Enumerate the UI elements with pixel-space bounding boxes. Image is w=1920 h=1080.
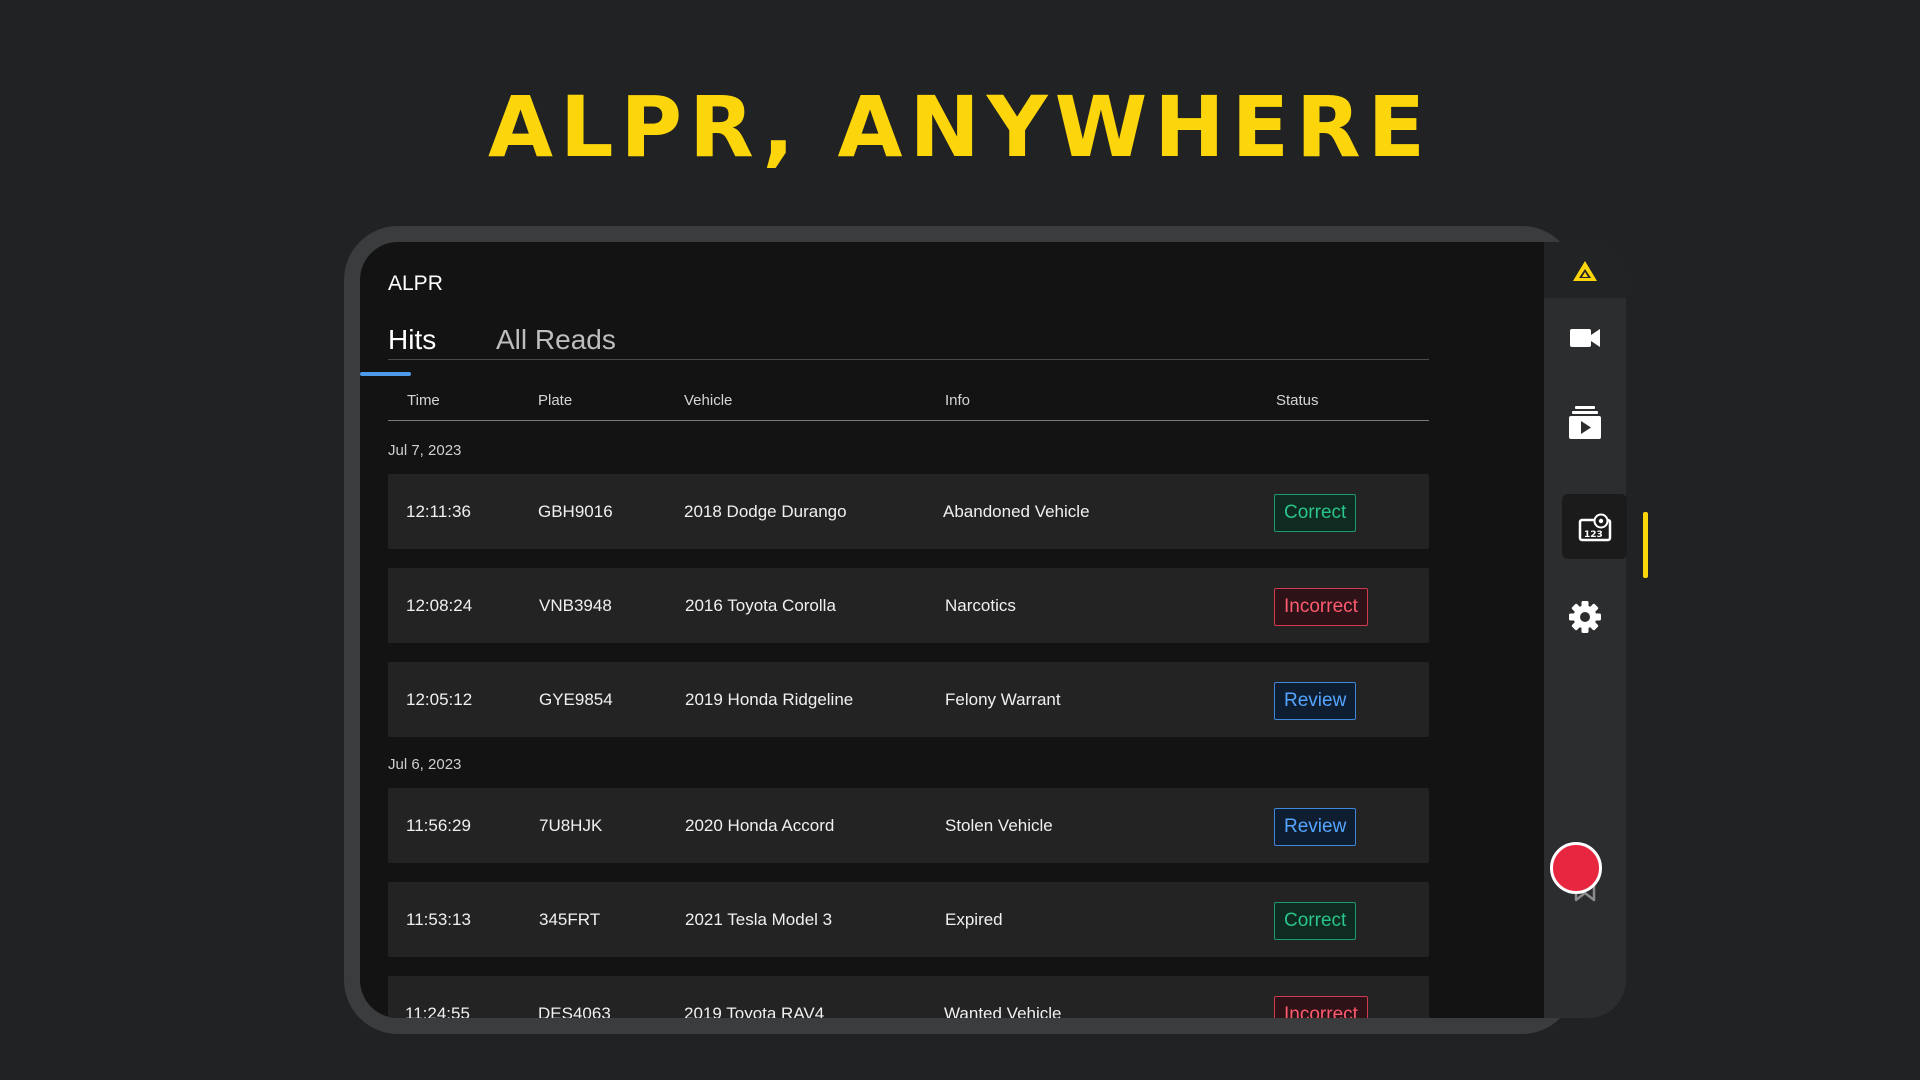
- headline: ALPR, ANYWHERE: [487, 78, 1433, 176]
- status-badge[interactable]: Review: [1274, 808, 1357, 846]
- status-badge[interactable]: Correct: [1274, 902, 1357, 940]
- tablet-frame: ALPR Hits All Reads Time Plate Vehicle I…: [344, 226, 1648, 1034]
- logo-icon: [1562, 248, 1608, 294]
- plate-reader-icon[interactable]: 123: [1562, 494, 1627, 559]
- video-camera-icon[interactable]: [1562, 315, 1608, 361]
- column-header-status: Status: [1276, 392, 1319, 409]
- column-header-plate: Plate: [538, 392, 573, 409]
- date-group-label: Jul 6, 2023: [388, 756, 462, 773]
- video-library-icon[interactable]: [1562, 400, 1608, 446]
- tab-hits[interactable]: Hits: [388, 324, 436, 360]
- active-tab-indicator: [360, 372, 411, 376]
- side-rail: 123: [1544, 242, 1648, 1018]
- row-vehicle: 2016 Toyota Corolla: [685, 596, 836, 615]
- row-plate: DES4063: [538, 1004, 611, 1018]
- table-row[interactable]: 12:11:36 GBH9016 2018 Dodge Durango Aban…: [388, 474, 1429, 549]
- app-title: ALPR: [388, 272, 443, 295]
- table-row[interactable]: 12:05:12 GYE9854 2019 Honda Ridgeline Fe…: [388, 662, 1429, 737]
- table-header: Time Plate Vehicle Info Status: [388, 378, 1429, 421]
- tab-all-reads[interactable]: All Reads: [496, 324, 616, 360]
- app-screen: ALPR Hits All Reads Time Plate Vehicle I…: [360, 242, 1560, 1018]
- row-info: Expired: [945, 910, 1003, 929]
- table-row[interactable]: 12:08:24 VNB3948 2016 Toyota Corolla Nar…: [388, 568, 1429, 643]
- table-row[interactable]: 11:53:13 345FRT 2021 Tesla Model 3 Expir…: [388, 882, 1429, 957]
- status-badge[interactable]: Correct: [1274, 494, 1357, 532]
- record-button[interactable]: [1550, 842, 1602, 894]
- row-time: 11:56:29: [406, 816, 471, 835]
- row-time: 11:53:13: [406, 910, 471, 929]
- row-time: 12:11:36: [406, 502, 471, 521]
- table-row[interactable]: 11:24:55 DES4063 2019 Toyota RAV4 Wanted…: [388, 976, 1429, 1018]
- row-time: 12:05:12: [406, 690, 473, 709]
- row-info: Narcotics: [945, 596, 1016, 615]
- gear-icon[interactable]: [1562, 594, 1608, 640]
- date-group-label: Jul 7, 2023: [388, 442, 462, 459]
- row-vehicle: 2018 Dodge Durango: [684, 502, 847, 521]
- row-plate: VNB3948: [539, 596, 612, 615]
- row-plate: GYE9854: [539, 690, 613, 709]
- row-info: Abandoned Vehicle: [943, 502, 1090, 521]
- row-vehicle: 2019 Honda Ridgeline: [685, 690, 854, 709]
- row-time: 12:08:24: [406, 596, 473, 615]
- row-info: Stolen Vehicle: [945, 816, 1053, 835]
- row-vehicle: 2020 Honda Accord: [685, 816, 835, 835]
- row-plate: 7U8HJK: [539, 816, 603, 835]
- column-header-time: Time: [407, 392, 440, 409]
- row-vehicle: 2019 Toyota RAV4: [684, 1004, 825, 1018]
- row-info: Felony Warrant: [945, 690, 1061, 709]
- row-plate: GBH9016: [538, 502, 613, 521]
- status-badge[interactable]: Incorrect: [1274, 996, 1368, 1018]
- svg-text:123: 123: [1584, 530, 1603, 540]
- row-info: Wanted Vehicle: [944, 1004, 1062, 1018]
- row-vehicle: 2021 Tesla Model 3: [685, 910, 833, 929]
- status-badge[interactable]: Review: [1274, 682, 1357, 720]
- rail-header: [1544, 242, 1626, 298]
- status-badge[interactable]: Incorrect: [1274, 588, 1368, 626]
- row-time: 11:24:55: [405, 1004, 470, 1018]
- active-rail-indicator: [1643, 512, 1648, 578]
- tab-bar: Hits All Reads: [388, 324, 1429, 360]
- row-plate: 345FRT: [539, 910, 601, 929]
- table-row[interactable]: 11:56:29 7U8HJK 2020 Honda Accord Stolen…: [388, 788, 1429, 863]
- column-header-vehicle: Vehicle: [684, 392, 733, 409]
- column-header-info: Info: [945, 392, 971, 409]
